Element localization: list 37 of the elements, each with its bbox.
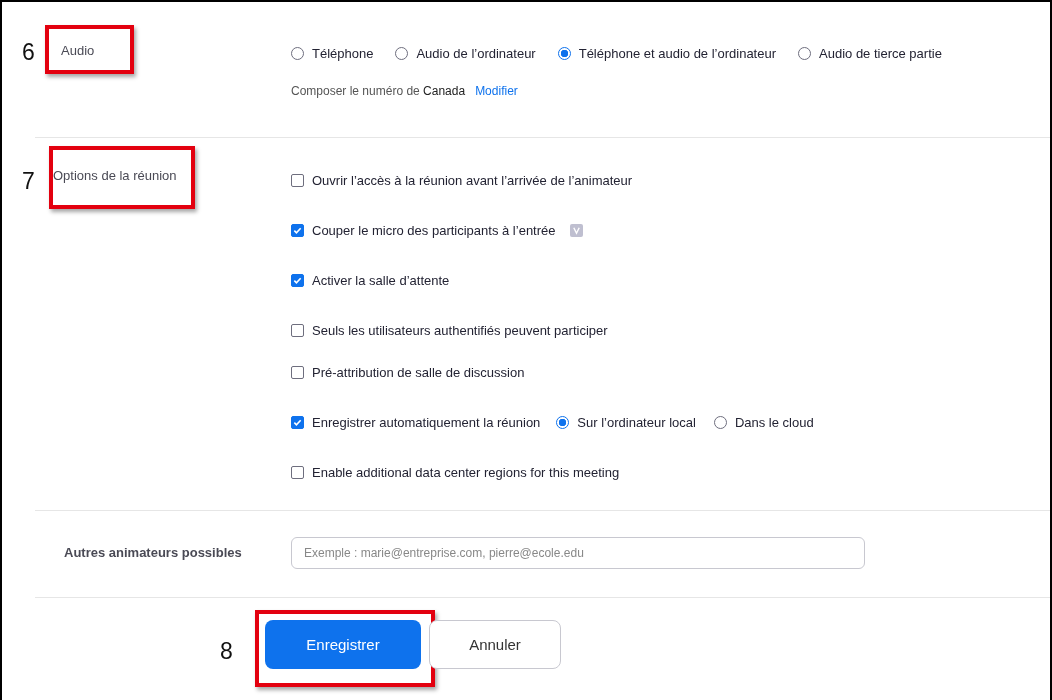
option-label: Activer la salle d’attente bbox=[312, 272, 450, 288]
radio-button[interactable] bbox=[798, 46, 811, 60]
step-number: 7 bbox=[22, 168, 36, 195]
radio-label: Audio de l’ordinateur bbox=[416, 45, 536, 61]
checkbox[interactable] bbox=[291, 273, 304, 287]
radio-button[interactable] bbox=[713, 415, 727, 429]
section-label: Audio bbox=[61, 43, 95, 58]
radio-button[interactable] bbox=[556, 415, 570, 429]
radio-button[interactable] bbox=[291, 46, 304, 60]
radio-button[interactable] bbox=[395, 46, 409, 60]
input-field[interactable]: Exemple : marie@entreprise.com, pierre@ecole.edu bbox=[291, 537, 865, 569]
step-number: 6 bbox=[22, 39, 36, 66]
option-label: Pré-attribution de salle de discussion bbox=[312, 364, 525, 380]
radio-button[interactable] bbox=[557, 46, 571, 60]
checkbox[interactable] bbox=[291, 415, 304, 429]
cancel-button[interactable]: Annuler bbox=[429, 620, 561, 669]
option-label: Seuls les utilisateurs authentifiés peuvent participer bbox=[312, 322, 608, 338]
checkbox[interactable] bbox=[291, 465, 304, 479]
radio-label: Téléphone bbox=[312, 45, 374, 61]
option-label: Enregistrer automatiquement la réunion bbox=[312, 414, 541, 430]
field-label: Autres animateurs possibles bbox=[64, 545, 242, 560]
radio-label: Sur l’ordinateur local bbox=[577, 414, 696, 430]
option-label: Couper le micro des participants à l’entrée bbox=[312, 222, 556, 238]
checkbox[interactable] bbox=[291, 173, 304, 187]
option-label: Enable additional data center regions for this meeting bbox=[312, 464, 620, 480]
radio-label: Téléphone et audio de l’ordinateur bbox=[578, 45, 776, 61]
section-label: Options de la réunion bbox=[53, 168, 177, 183]
edit-link[interactable]: Modifier bbox=[475, 84, 518, 98]
save-button[interactable]: Enregistrer bbox=[265, 620, 421, 669]
checkbox[interactable] bbox=[291, 323, 304, 337]
option-label: Ouvrir l’accès à la réunion avant l’arrivée de l’animateur bbox=[312, 172, 633, 188]
radio-label: Dans le cloud bbox=[734, 414, 814, 430]
checkbox[interactable] bbox=[291, 223, 304, 237]
dial-in-text: Composer le numéro de Canada bbox=[291, 84, 466, 98]
radio-label: Audio de tierce partie bbox=[819, 45, 942, 61]
checkbox[interactable] bbox=[291, 365, 304, 379]
step-number: 8 bbox=[220, 638, 234, 665]
